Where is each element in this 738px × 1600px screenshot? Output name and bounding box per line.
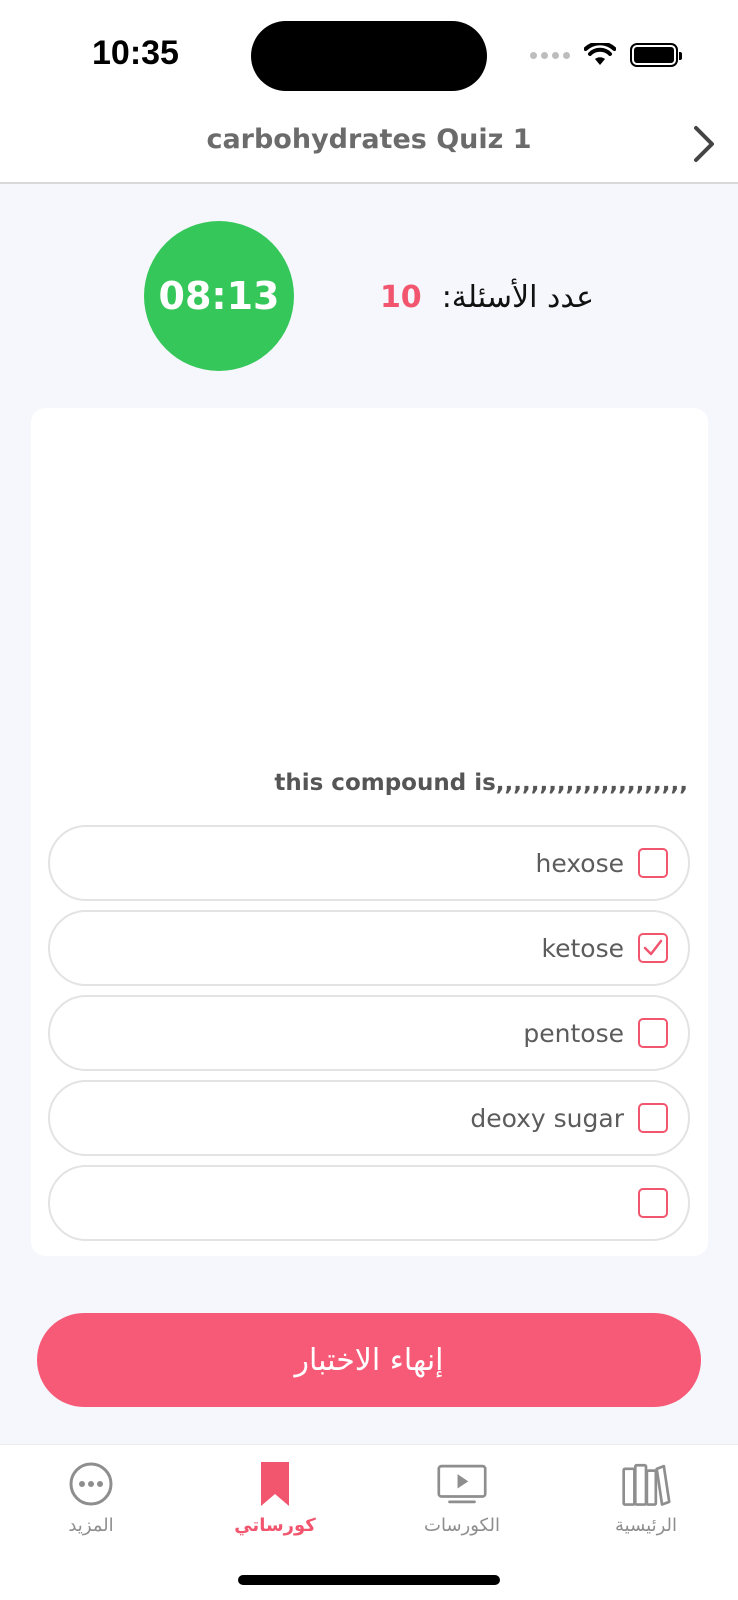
bookmark-icon: [250, 1457, 300, 1511]
cellular-signal-icon: [530, 51, 570, 59]
tab-courses[interactable]: الكورسات: [387, 1457, 537, 1553]
books-icon: [621, 1457, 671, 1511]
nav-header: carbohydrates Quiz 1: [0, 108, 738, 184]
play-video-icon: [437, 1457, 487, 1511]
option-label: deoxy sugar: [470, 1103, 624, 1133]
checkmark-icon: [643, 939, 663, 956]
dynamic-island: [251, 21, 487, 91]
option-label: ketose: [541, 933, 624, 963]
tab-more[interactable]: المزيد: [16, 1457, 166, 1553]
checkbox-icon[interactable]: [638, 1018, 668, 1048]
question-text: this compound is,,,,,,,,,,,,,,,,,,,,,,: [274, 770, 688, 796]
wifi-icon: [584, 43, 616, 65]
question-count: 10 عدد الأسئلة:: [380, 274, 594, 320]
answer-option-3[interactable]: pentose: [48, 995, 690, 1071]
checkbox-icon[interactable]: [638, 848, 668, 878]
question-card: this compound is,,,,,,,,,,,,,,,,,,,,,, h…: [31, 408, 708, 1256]
tab-label: كورساتي: [234, 1515, 316, 1536]
battery-icon: [630, 43, 682, 67]
checkbox-checked-icon[interactable]: [638, 933, 668, 963]
checkbox-icon[interactable]: [638, 1188, 668, 1218]
tab-label: الكورسات: [424, 1515, 500, 1536]
answer-option-4[interactable]: deoxy sugar: [48, 1080, 690, 1156]
answer-option-1[interactable]: hexose: [48, 825, 690, 901]
status-icons: [530, 40, 682, 70]
tab-label: المزيد: [68, 1515, 114, 1536]
option-label: pentose: [523, 1018, 624, 1048]
answer-option-5[interactable]: [48, 1165, 690, 1241]
tab-label: الرئيسية: [615, 1515, 677, 1536]
option-label: hexose: [535, 848, 624, 878]
checkbox-icon[interactable]: [638, 1103, 668, 1133]
tab-home[interactable]: الرئيسية: [571, 1457, 721, 1553]
home-indicator: [238, 1575, 500, 1585]
more-icon: [66, 1457, 116, 1511]
status-bar: 10:35: [0, 0, 738, 108]
question-image: [31, 408, 708, 758]
answer-options: hexose ketose pentose deoxy sugar: [48, 825, 690, 1250]
quiz-timer: 08:13: [144, 221, 294, 371]
tab-my-courses[interactable]: كورساتي: [200, 1457, 350, 1553]
question-count-value: 10: [379, 279, 422, 315]
status-time: 10:35: [92, 34, 179, 72]
back-button[interactable]: [684, 122, 724, 166]
question-count-label: عدد الأسئلة:: [441, 279, 594, 315]
answer-option-2[interactable]: ketose: [48, 910, 690, 986]
page-title: carbohydrates Quiz 1: [206, 124, 532, 155]
chevron-right-icon: [694, 126, 714, 162]
finish-quiz-button[interactable]: إنهاء الاختبار: [37, 1313, 701, 1407]
